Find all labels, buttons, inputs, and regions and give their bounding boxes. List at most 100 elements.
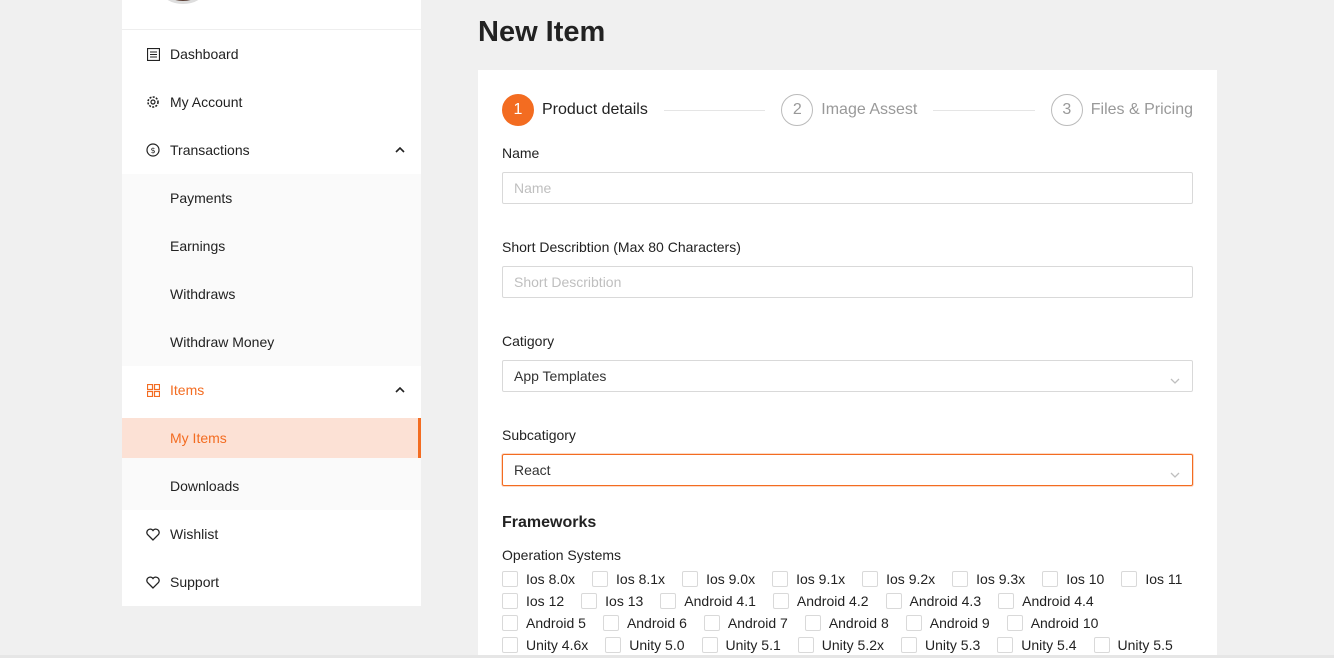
os-checkbox[interactable]: Android 4.4 bbox=[998, 590, 1094, 612]
sidebar: Dashboard My Account $ Transactions Paym… bbox=[122, 0, 421, 606]
checkbox-box[interactable] bbox=[862, 571, 879, 587]
os-checkbox[interactable]: Android 7 bbox=[703, 612, 788, 634]
checkbox-box[interactable] bbox=[1042, 571, 1059, 587]
checkbox-box[interactable] bbox=[502, 593, 518, 609]
os-checkbox[interactable]: Unity 5.1 bbox=[701, 634, 781, 656]
os-checkbox[interactable]: Ios 11 bbox=[1121, 568, 1182, 590]
checkbox-box[interactable] bbox=[1121, 571, 1138, 587]
os-checkbox[interactable]: Unity 5.5 bbox=[1093, 634, 1173, 656]
checkbox-label: Unity 5.4 bbox=[1021, 637, 1077, 653]
os-checkbox[interactable]: Ios 9.2x bbox=[862, 568, 935, 590]
checkbox-box[interactable] bbox=[502, 637, 518, 653]
os-checkbox[interactable]: Ios 8.0x bbox=[502, 568, 575, 590]
checkbox-label: Android 5 bbox=[526, 615, 586, 631]
checkbox-box[interactable] bbox=[804, 615, 821, 631]
checkbox-box[interactable] bbox=[605, 637, 622, 653]
checkbox-label: Ios 9.1x bbox=[796, 571, 846, 587]
sidebar-item-wishlist[interactable]: Wishlist bbox=[122, 510, 421, 558]
short-description-input[interactable] bbox=[502, 266, 1193, 298]
checkbox-box[interactable] bbox=[772, 593, 789, 609]
sidebar-item-payments[interactable]: Payments bbox=[122, 174, 421, 222]
sidebar-item-my-items[interactable]: My Items bbox=[122, 418, 421, 458]
chevron-up-icon[interactable] bbox=[395, 145, 405, 155]
checkbox-box[interactable] bbox=[602, 615, 619, 631]
checkbox-box[interactable] bbox=[1006, 615, 1023, 631]
checkbox-box[interactable] bbox=[997, 637, 1014, 653]
subcategory-select[interactable]: React bbox=[502, 454, 1193, 486]
os-checkbox[interactable]: Android 4.2 bbox=[772, 590, 869, 612]
chevron-down-icon bbox=[1170, 371, 1182, 384]
os-checkbox[interactable]: Unity 4.6x bbox=[502, 634, 588, 656]
step-divider bbox=[663, 109, 766, 111]
checkbox-box[interactable] bbox=[901, 637, 917, 653]
chevron-up-icon[interactable] bbox=[395, 385, 405, 395]
checkbox-box[interactable] bbox=[1093, 637, 1110, 653]
checkbox-box[interactable] bbox=[885, 593, 902, 609]
os-checkbox[interactable]: Ios 13 bbox=[581, 590, 643, 612]
grid-icon bbox=[146, 383, 160, 397]
os-checkbox[interactable]: Android 9 bbox=[905, 612, 990, 634]
checkbox-box[interactable] bbox=[952, 571, 969, 587]
frameworks-title: Frameworks bbox=[502, 514, 597, 531]
checkbox-box[interactable] bbox=[703, 615, 720, 631]
checkbox-label: Android 4.2 bbox=[796, 593, 869, 609]
checkbox-box[interactable] bbox=[660, 593, 677, 609]
step-label: Product details bbox=[542, 101, 648, 118]
os-checkbox[interactable]: Android 8 bbox=[804, 612, 889, 634]
step-divider bbox=[933, 109, 1035, 111]
checkbox-box[interactable] bbox=[701, 637, 718, 653]
sidebar-item-downloads[interactable]: Downloads bbox=[122, 462, 421, 510]
checkbox-label: Unity 4.6x bbox=[526, 637, 589, 653]
step-label: Image Assest bbox=[821, 101, 918, 118]
checkbox-box[interactable] bbox=[581, 593, 598, 609]
sidebar-item-earnings[interactable]: Earnings bbox=[122, 222, 421, 270]
sidebar-item-items[interactable]: Items bbox=[122, 366, 421, 414]
sidebar-item-withdraw-money[interactable]: Withdraw Money bbox=[122, 318, 421, 366]
sidebar-item-support[interactable]: Support bbox=[122, 558, 421, 606]
checkbox-label: Unity 5.2x bbox=[821, 637, 884, 653]
os-checkbox[interactable]: Unity 5.4 bbox=[997, 634, 1077, 656]
sidebar-item-label: My Account bbox=[170, 94, 243, 110]
step-product-details[interactable]: 1 Product details bbox=[502, 94, 648, 126]
os-checkbox[interactable]: Android 5 bbox=[502, 612, 586, 634]
sidebar-item-dashboard[interactable]: Dashboard bbox=[122, 30, 421, 78]
checkbox-box[interactable] bbox=[502, 571, 518, 587]
sidebar-item-my-account[interactable]: My Account bbox=[122, 78, 421, 126]
avatar[interactable] bbox=[152, 0, 214, 4]
step-label: Files & Pricing bbox=[1090, 101, 1194, 118]
os-checkbox[interactable]: Ios 10 bbox=[1042, 568, 1104, 590]
os-checkbox[interactable]: Ios 9.0x bbox=[682, 568, 755, 590]
sidebar-item-label: Wishlist bbox=[170, 526, 219, 542]
sidebar-item-withdraws[interactable]: Withdraws bbox=[122, 270, 421, 318]
os-checkbox[interactable]: Unity 5.3 bbox=[901, 634, 980, 656]
heart-icon bbox=[146, 527, 160, 541]
sidebar-item-transactions[interactable]: $ Transactions bbox=[122, 126, 421, 174]
sidebar-item-label: Items bbox=[170, 382, 205, 398]
checkbox-label: Ios 9.0x bbox=[706, 571, 756, 587]
name-input[interactable] bbox=[502, 172, 1193, 204]
checkbox-box[interactable] bbox=[797, 637, 814, 653]
category-select[interactable]: App Templates bbox=[502, 360, 1193, 392]
os-checkbox[interactable]: Android 4.3 bbox=[885, 590, 981, 612]
os-checkbox[interactable]: Unity 5.0 bbox=[605, 634, 685, 656]
os-checkbox[interactable]: Ios 8.1x bbox=[592, 568, 665, 590]
checkbox-box[interactable] bbox=[502, 615, 518, 631]
os-checkbox[interactable]: Ios 9.3x bbox=[952, 568, 1025, 590]
checkbox-label: Android 8 bbox=[828, 615, 889, 631]
step-number: 1 bbox=[502, 94, 534, 126]
checkbox-label: Android 7 bbox=[727, 615, 788, 631]
step-image-assest[interactable]: 2 Image Assest bbox=[781, 94, 917, 126]
os-checkbox[interactable]: Ios 12 bbox=[502, 590, 564, 612]
step-files-pricing[interactable]: 3 Files & Pricing bbox=[1050, 94, 1194, 126]
os-checkbox[interactable]: Ios 9.1x bbox=[772, 568, 845, 590]
os-checkbox[interactable]: Android 6 bbox=[602, 612, 687, 634]
checkbox-label: Android 4.4 bbox=[1022, 593, 1094, 609]
os-checkbox[interactable]: Android 4.1 bbox=[660, 590, 756, 612]
checkbox-box[interactable] bbox=[772, 571, 789, 587]
os-checkbox[interactable]: Unity 5.2x bbox=[797, 634, 884, 656]
checkbox-box[interactable] bbox=[905, 615, 922, 631]
checkbox-box[interactable] bbox=[998, 593, 1015, 609]
os-checkbox[interactable]: Android 10 bbox=[1006, 612, 1098, 634]
checkbox-box[interactable] bbox=[592, 571, 609, 587]
checkbox-box[interactable] bbox=[682, 571, 699, 587]
